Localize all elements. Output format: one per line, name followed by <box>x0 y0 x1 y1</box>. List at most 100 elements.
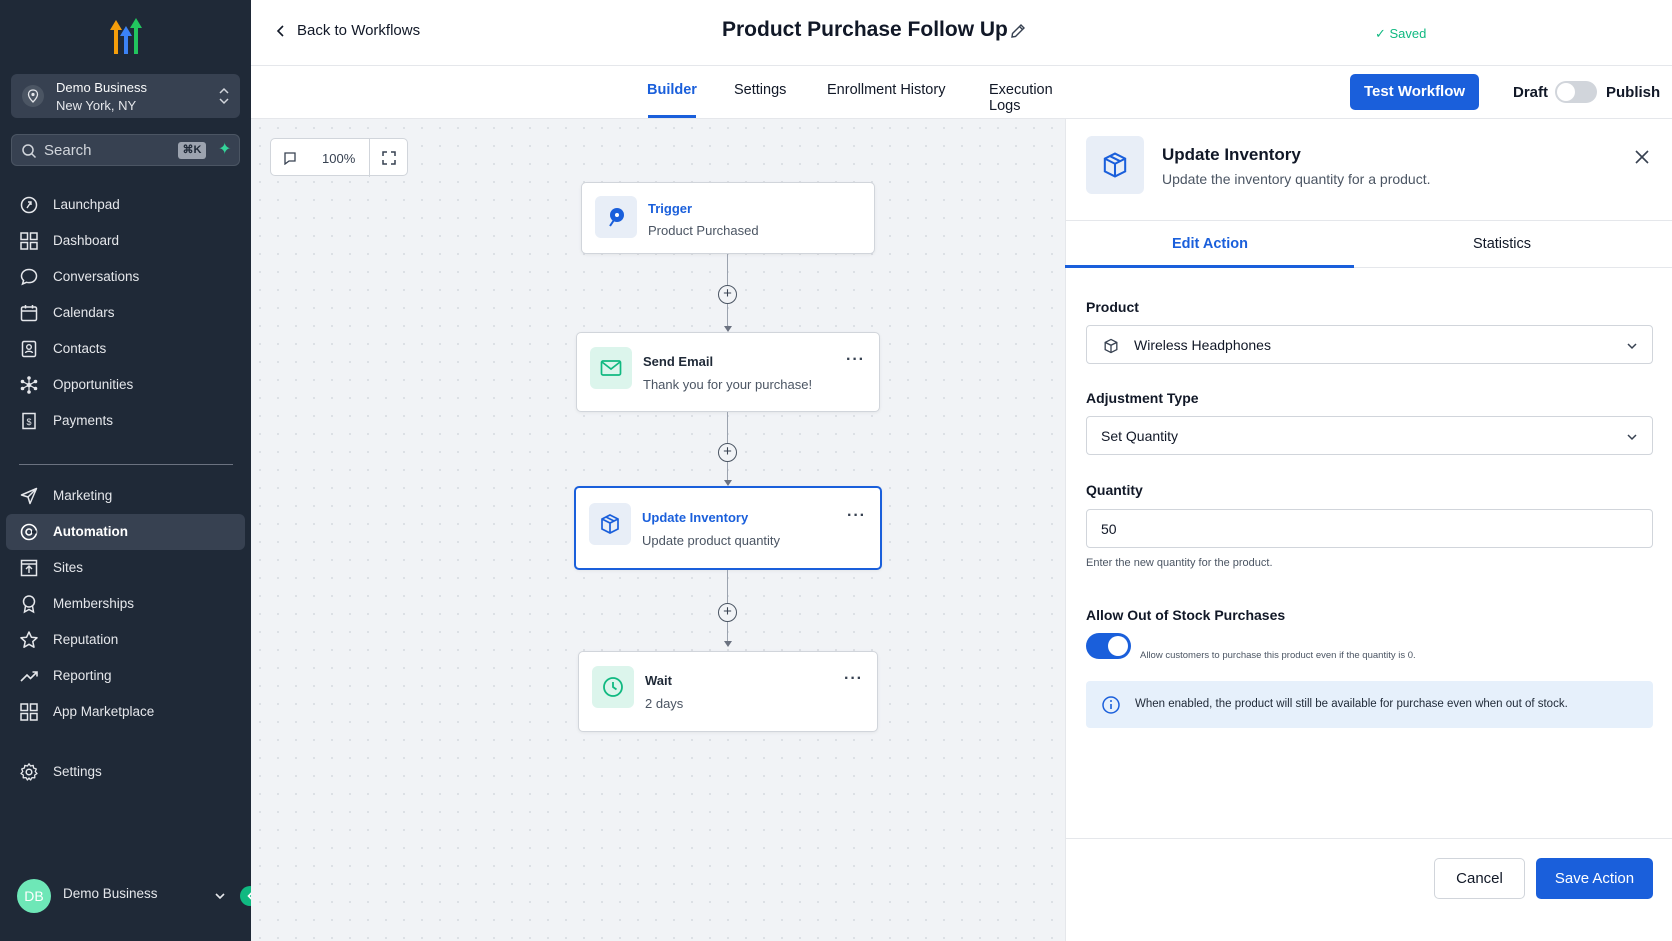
account-switcher[interactable]: Demo Business New York, NY <box>11 74 240 118</box>
cancel-button[interactable]: Cancel <box>1434 858 1525 899</box>
adjustment-type-select[interactable]: Set Quantity <box>1086 416 1653 455</box>
workflow-node-send-email[interactable]: Send Email Thank you for your purchase! … <box>576 332 880 412</box>
calendar-icon <box>20 305 38 322</box>
clock-icon <box>592 666 634 708</box>
tab-edit-action[interactable]: Edit Action <box>1172 236 1248 252</box>
saved-status: ✓ Saved <box>1375 26 1427 41</box>
sidebar-item-app-marketplace[interactable]: App Marketplace <box>6 694 245 730</box>
sidebar-search[interactable]: Search ⌘K ✦ <box>11 134 240 166</box>
launchpad-icon <box>20 196 38 214</box>
back-label: Back to Workflows <box>297 22 421 39</box>
payments-icon: $ <box>22 412 36 430</box>
zoom-separator <box>369 139 370 177</box>
ai-sparkle-icon[interactable]: ✦ <box>218 141 234 159</box>
chevron-down-icon <box>215 893 225 900</box>
sidebar-item-settings[interactable]: Settings <box>6 754 245 790</box>
sidebar-item-conversations[interactable]: Conversations <box>6 259 245 295</box>
node-more-menu[interactable]: ··· <box>844 670 863 688</box>
info-callout: When enabled, the product will still be … <box>1086 681 1653 728</box>
publish-label: Publish <box>1606 84 1661 101</box>
sidebar-item-label: Memberships <box>53 596 135 611</box>
node-subtitle: 2 days <box>645 696 684 711</box>
product-value: Wireless Headphones <box>1134 337 1271 353</box>
trigger-icon <box>595 196 637 238</box>
opportunities-icon <box>20 376 38 394</box>
sidebar-item-sites[interactable]: Sites <box>6 550 245 586</box>
tab-statistics[interactable]: Statistics <box>1473 236 1531 252</box>
sidebar-item-label: Sites <box>53 560 84 575</box>
avatar: DB <box>17 879 51 913</box>
node-subtitle: Product Purchased <box>648 223 759 238</box>
award-icon <box>22 595 36 614</box>
search-icon <box>22 144 37 159</box>
box-icon <box>589 503 631 545</box>
sidebar-item-automation[interactable]: Automation <box>6 514 245 550</box>
connector-arrow <box>724 641 732 647</box>
sidebar-item-launchpad[interactable]: Launchpad <box>6 187 245 223</box>
quantity-input[interactable]: 50 <box>1086 509 1653 548</box>
connector-line <box>727 570 728 604</box>
chevron-up-down-icon <box>219 87 229 105</box>
sidebar-item-payments[interactable]: $ Payments <box>6 403 245 439</box>
back-to-workflows-link[interactable]: Back to Workflows <box>275 22 420 39</box>
sidebar-item-label: Marketing <box>53 488 113 503</box>
save-action-button[interactable]: Save Action <box>1536 858 1653 899</box>
box-icon <box>1086 136 1144 194</box>
sidebar-item-label: Launchpad <box>53 197 120 212</box>
workflow-node-update-inventory[interactable]: Update Inventory Update product quantity… <box>574 486 882 570</box>
workflow-node-wait[interactable]: Wait 2 days ··· <box>578 651 878 732</box>
node-subtitle: Thank you for your purchase! <box>643 377 813 392</box>
sidebar-item-calendars[interactable]: Calendars <box>6 295 245 331</box>
box-icon <box>1104 338 1118 354</box>
sidebar-item-label: Payments <box>53 413 114 428</box>
tab-settings[interactable]: Settings <box>734 82 786 98</box>
quantity-value: 50 <box>1101 521 1117 537</box>
gear-icon <box>20 763 38 781</box>
tab-enrollment-history[interactable]: Enrollment History <box>827 82 945 98</box>
add-step-button[interactable]: + <box>718 443 737 462</box>
sidebar-item-label: Opportunities <box>53 377 134 392</box>
sidebar-divider <box>19 464 233 465</box>
node-title: Update Inventory <box>642 510 749 525</box>
sidebar-item-dashboard[interactable]: Dashboard <box>6 223 245 259</box>
location-pin-icon <box>22 85 44 107</box>
product-select[interactable]: Wireless Headphones <box>1086 325 1653 364</box>
sidebar-item-opportunities[interactable]: Opportunities <box>6 367 245 403</box>
pencil-icon[interactable] <box>1009 22 1027 40</box>
adjustment-type-value: Set Quantity <box>1101 428 1179 444</box>
tab-execution-logs[interactable]: Execution Logs <box>989 82 1065 114</box>
app-logo[interactable] <box>104 16 148 56</box>
sidebar-item-marketing[interactable]: Marketing <box>6 478 245 514</box>
out-of-stock-description: Allow customers to purchase this product… <box>1140 650 1416 661</box>
add-step-button[interactable]: + <box>718 285 737 304</box>
tab-builder[interactable]: Builder <box>647 82 697 98</box>
close-icon[interactable] <box>1634 149 1650 165</box>
out-of-stock-toggle[interactable] <box>1086 633 1131 659</box>
quantity-label: Quantity <box>1086 482 1143 498</box>
connector-line <box>727 462 728 482</box>
grid-icon <box>20 703 38 721</box>
send-icon <box>20 487 38 505</box>
zoom-level: 100% <box>322 151 356 166</box>
node-more-menu[interactable]: ··· <box>846 351 865 369</box>
node-more-menu[interactable]: ··· <box>847 507 866 525</box>
sidebar-item-reporting[interactable]: Reporting <box>6 658 245 694</box>
publish-toggle[interactable] <box>1555 81 1597 103</box>
sidebar-item-reputation[interactable]: Reputation <box>6 622 245 658</box>
test-workflow-button[interactable]: Test Workflow <box>1350 74 1479 110</box>
add-step-button[interactable]: + <box>718 603 737 622</box>
node-subtitle: Update product quantity <box>642 533 781 548</box>
adjustment-type-label: Adjustment Type <box>1086 390 1199 406</box>
sidebar-item-memberships[interactable]: Memberships <box>6 586 245 622</box>
sidebar-item-contacts[interactable]: Contacts <box>6 331 245 367</box>
panel-title: Update Inventory <box>1162 145 1301 164</box>
sidebar-item-label: Reporting <box>53 668 112 683</box>
draft-label: Draft <box>1513 84 1549 101</box>
star-icon <box>20 631 38 648</box>
fullscreen-icon[interactable] <box>381 150 397 166</box>
connector-line <box>727 622 728 642</box>
sidebar: Demo Business New York, NY Search ⌘K ✦ L… <box>0 0 251 941</box>
workflow-node-trigger[interactable]: Trigger Product Purchased <box>581 182 875 254</box>
node-title: Send Email <box>643 354 714 369</box>
minimap-icon[interactable] <box>283 151 297 165</box>
